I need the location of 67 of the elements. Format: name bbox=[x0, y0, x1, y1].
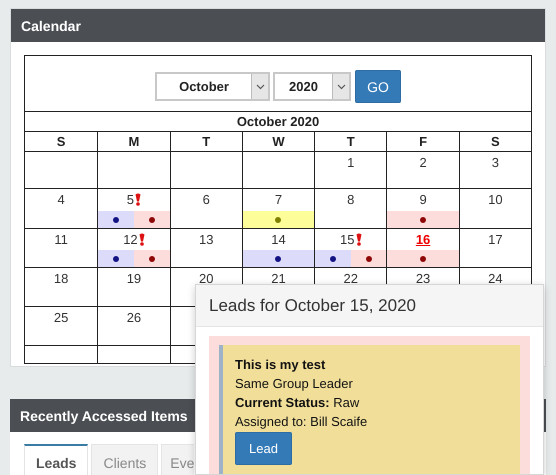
day-number[interactable]: 3 bbox=[492, 155, 499, 170]
weekday-header: S bbox=[56, 134, 66, 149]
day-number[interactable]: 12 bbox=[123, 232, 138, 247]
day-number[interactable]: 10 bbox=[488, 192, 503, 207]
event-band[interactable] bbox=[242, 250, 314, 267]
day-number[interactable]: 5 bbox=[126, 192, 134, 207]
event-dot bbox=[275, 216, 282, 222]
event-dot bbox=[366, 256, 372, 262]
event-band[interactable] bbox=[315, 250, 351, 267]
day-number[interactable]: 20 bbox=[198, 271, 214, 286]
event-dot bbox=[113, 256, 120, 262]
day-number[interactable]: 26 bbox=[126, 310, 142, 325]
event-band[interactable] bbox=[98, 250, 134, 267]
event-band[interactable] bbox=[98, 211, 134, 228]
tab[interactable]: Leads bbox=[24, 444, 88, 475]
event-dot bbox=[148, 256, 155, 262]
day-number[interactable]: 22 bbox=[344, 271, 358, 286]
day-number[interactable]: 16 bbox=[416, 232, 430, 247]
day-number[interactable]: 19 bbox=[126, 271, 142, 286]
event-dot bbox=[420, 256, 426, 262]
chevron-down-icon bbox=[256, 84, 264, 90]
day-number[interactable]: 25 bbox=[54, 310, 68, 325]
weekday-header: T bbox=[202, 134, 210, 149]
lead-name: This is my test bbox=[235, 357, 326, 372]
day-number[interactable]: 21 bbox=[271, 271, 286, 286]
event-dot bbox=[420, 216, 426, 222]
day-number[interactable]: 4 bbox=[58, 192, 65, 207]
weekday-header: S bbox=[491, 134, 500, 149]
panel-title: Calendar bbox=[21, 18, 81, 34]
event-dot bbox=[330, 256, 336, 262]
chevron-down-icon bbox=[336, 84, 346, 90]
weekday-header: T bbox=[346, 134, 355, 149]
day-number[interactable]: 18 bbox=[54, 271, 68, 286]
day-number[interactable]: 23 bbox=[416, 271, 430, 286]
weekday-header: W bbox=[272, 134, 285, 149]
month-title: October 2020 bbox=[236, 114, 320, 129]
month-select[interactable]: October bbox=[155, 72, 270, 101]
day-number[interactable]: 13 bbox=[198, 232, 214, 247]
day-number[interactable]: 17 bbox=[488, 232, 503, 247]
day-number[interactable]: 2 bbox=[419, 155, 427, 170]
weekday-header: M bbox=[128, 134, 140, 149]
day-number[interactable]: 6 bbox=[202, 192, 210, 207]
event-dot bbox=[275, 256, 282, 262]
day-number[interactable]: 8 bbox=[347, 192, 354, 207]
event-band[interactable] bbox=[134, 211, 170, 228]
event-band[interactable] bbox=[134, 250, 170, 267]
lead-status: Current Status: Raw bbox=[235, 395, 360, 410]
year-select[interactable]: 2020 bbox=[273, 72, 351, 101]
day-number[interactable]: 14 bbox=[271, 232, 286, 247]
day-number[interactable]: 15 bbox=[340, 232, 355, 247]
lead-assignee: Assigned to: Bill Scaife bbox=[235, 414, 368, 429]
day-number[interactable]: 11 bbox=[54, 232, 68, 247]
lead-button[interactable]: Lead bbox=[235, 432, 292, 465]
event-dot bbox=[148, 216, 155, 222]
day-number[interactable]: 1 bbox=[347, 155, 354, 170]
event-band[interactable] bbox=[350, 250, 386, 267]
day-number[interactable]: 9 bbox=[419, 192, 427, 207]
event-band[interactable] bbox=[387, 211, 459, 228]
weekday-header: F bbox=[419, 134, 428, 149]
go-button[interactable]: GO bbox=[355, 70, 401, 103]
popup-title: Leads for October 15, 2020 bbox=[209, 296, 416, 316]
day-number[interactable]: 24 bbox=[488, 271, 503, 286]
event-band[interactable] bbox=[387, 250, 459, 267]
panel-title: Recently Accessed Items bbox=[20, 408, 188, 424]
event-dot bbox=[113, 216, 120, 222]
lead-group: Same Group Leader bbox=[235, 376, 353, 391]
day-number[interactable]: 7 bbox=[274, 192, 282, 207]
